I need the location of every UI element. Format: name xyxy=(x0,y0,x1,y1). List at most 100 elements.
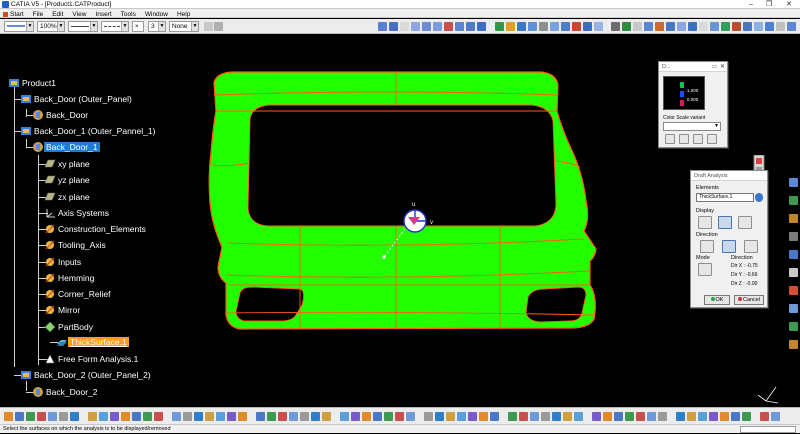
tree-node-back-door-2[interactable]: Back_Door_2 xyxy=(32,386,100,398)
open-icon[interactable] xyxy=(389,22,398,31)
elements-field[interactable]: ThickSurface.1 xyxy=(696,193,754,202)
swept-volume-icon[interactable] xyxy=(677,22,686,31)
toolbar-overflow-icon[interactable] xyxy=(787,22,796,31)
bottom-tool-icon[interactable] xyxy=(340,412,349,421)
component-icon[interactable] xyxy=(539,22,548,31)
undo-icon[interactable] xyxy=(455,22,464,31)
tree-node-mirror[interactable]: Mirror xyxy=(44,304,82,316)
bottom-tool-icon[interactable] xyxy=(267,412,276,421)
bottom-tool-icon[interactable] xyxy=(457,412,466,421)
bottom-tool-icon[interactable] xyxy=(194,412,203,421)
bottom-tool-icon[interactable] xyxy=(519,412,528,421)
sectioning-icon[interactable] xyxy=(699,22,708,31)
formula-icon[interactable] xyxy=(644,22,653,31)
menu-edit[interactable]: Edit xyxy=(48,10,68,19)
analysis-icon-tb[interactable] xyxy=(721,22,730,31)
menu-view[interactable]: View xyxy=(68,10,91,19)
bottom-tool-icon[interactable] xyxy=(490,412,499,421)
bottom-tool-icon[interactable] xyxy=(424,412,433,421)
bottom-tool-icon[interactable] xyxy=(771,412,780,421)
knowledge-icon[interactable] xyxy=(633,22,642,31)
bottom-tool-icon[interactable] xyxy=(351,412,360,421)
edit-scale-icon[interactable] xyxy=(679,134,689,144)
bottom-tool-icon[interactable] xyxy=(289,412,298,421)
tree-node-construction-elements[interactable]: Construction_Elements xyxy=(44,223,148,235)
publication-icon[interactable] xyxy=(743,22,752,31)
save-scale-icon[interactable] xyxy=(707,134,717,144)
bottom-tool-icon[interactable] xyxy=(154,412,163,421)
tree-node-hemming[interactable]: Hemming xyxy=(44,272,96,284)
menu-start[interactable]: Start xyxy=(9,10,29,19)
bottom-tool-icon[interactable] xyxy=(592,412,601,421)
close-window-button[interactable]: ✕ xyxy=(782,0,796,9)
bottom-tool-icon[interactable] xyxy=(468,412,477,421)
design-table-icon[interactable] xyxy=(666,22,675,31)
menu-window[interactable]: Window xyxy=(141,10,173,19)
bottom-tool-icon[interactable] xyxy=(132,412,141,421)
scene-icon[interactable] xyxy=(732,22,741,31)
line-thickness-select[interactable]: ▼ xyxy=(68,21,98,32)
bottom-tool-icon[interactable] xyxy=(99,412,108,421)
bottom-tool-icon[interactable] xyxy=(238,412,247,421)
surface-tool-icon[interactable] xyxy=(789,196,798,205)
join-tool-icon[interactable] xyxy=(789,340,798,349)
new-icon[interactable] xyxy=(378,22,387,31)
line-type-select[interactable]: ▼ xyxy=(101,21,129,32)
command-input[interactable] xyxy=(740,426,796,433)
bottom-tool-icon[interactable] xyxy=(731,412,740,421)
bottom-tool-icon[interactable] xyxy=(59,412,68,421)
tree-node-corner-relief[interactable]: Corner_Relief xyxy=(44,288,112,300)
isolate-icon[interactable] xyxy=(506,22,515,31)
bottom-tool-icon[interactable] xyxy=(446,412,455,421)
bottom-tool-icon[interactable] xyxy=(384,412,393,421)
bottom-tool-icon[interactable] xyxy=(625,412,634,421)
update-icon[interactable] xyxy=(495,22,504,31)
bottom-tool-icon[interactable] xyxy=(698,412,707,421)
invert-direction-button[interactable] xyxy=(722,240,736,253)
bottom-tool-icon[interactable] xyxy=(15,412,24,421)
sketch-tool-icon[interactable] xyxy=(789,250,798,259)
bottom-tool-icon[interactable] xyxy=(121,412,130,421)
bottom-tool-icon[interactable] xyxy=(205,412,214,421)
new-scale-icon[interactable] xyxy=(665,134,675,144)
bottom-tool-icon[interactable] xyxy=(647,412,656,421)
transparency-select[interactable]: 100% ▼ xyxy=(37,21,65,32)
distance-icon[interactable] xyxy=(710,22,719,31)
existing-component-icon[interactable] xyxy=(550,22,559,31)
shape-tool-icon[interactable] xyxy=(789,178,798,187)
layer-select[interactable]: None ▼ xyxy=(169,21,199,32)
cursor-display-button[interactable] xyxy=(738,216,752,229)
bottom-tool-icon[interactable] xyxy=(183,412,192,421)
bottom-tool-icon[interactable] xyxy=(227,412,236,421)
manipulation-icon[interactable] xyxy=(583,22,592,31)
wireframe-tool-icon[interactable] xyxy=(789,268,798,277)
bottom-tool-icon[interactable] xyxy=(26,412,35,421)
tree-node-back-door-1-outer-pannel-1[interactable]: Back_Door_1 (Outer_Pannel_1) xyxy=(20,125,157,137)
bottom-tool-icon[interactable] xyxy=(110,412,119,421)
bottom-tool-icon[interactable] xyxy=(658,412,667,421)
bottom-tool-icon[interactable] xyxy=(541,412,550,421)
bottom-tool-icon[interactable] xyxy=(216,412,225,421)
color-scale-variant-select[interactable]: ▼ xyxy=(663,122,721,131)
menu-help[interactable]: Help xyxy=(173,10,195,19)
color-select[interactable]: ▼ xyxy=(4,21,34,32)
bottom-tool-icon[interactable] xyxy=(563,412,572,421)
bottom-tool-icon[interactable] xyxy=(362,412,371,421)
tree-node-back-door-1[interactable]: Back_Door_1 xyxy=(32,141,100,153)
cut-icon[interactable] xyxy=(422,22,431,31)
bottom-tool-icon[interactable] xyxy=(574,412,583,421)
tree-node-product1[interactable]: Product1 xyxy=(8,77,58,89)
layer-number-select[interactable]: 3 ▼ xyxy=(148,21,166,32)
graphic-properties-icon[interactable] xyxy=(214,22,223,31)
bottom-tool-icon[interactable] xyxy=(479,412,488,421)
bottom-tool-icon[interactable] xyxy=(687,412,696,421)
catalog-icon[interactable] xyxy=(622,22,631,31)
copy-icon[interactable] xyxy=(433,22,442,31)
bottom-tool-icon[interactable] xyxy=(311,412,320,421)
menu-tools[interactable]: Tools xyxy=(117,10,141,19)
bottom-tool-icon[interactable] xyxy=(508,412,517,421)
print-icon[interactable] xyxy=(411,22,420,31)
bottom-tool-icon[interactable] xyxy=(636,412,645,421)
menu-insert[interactable]: Insert xyxy=(91,10,116,19)
bottom-tool-icon[interactable] xyxy=(760,412,769,421)
